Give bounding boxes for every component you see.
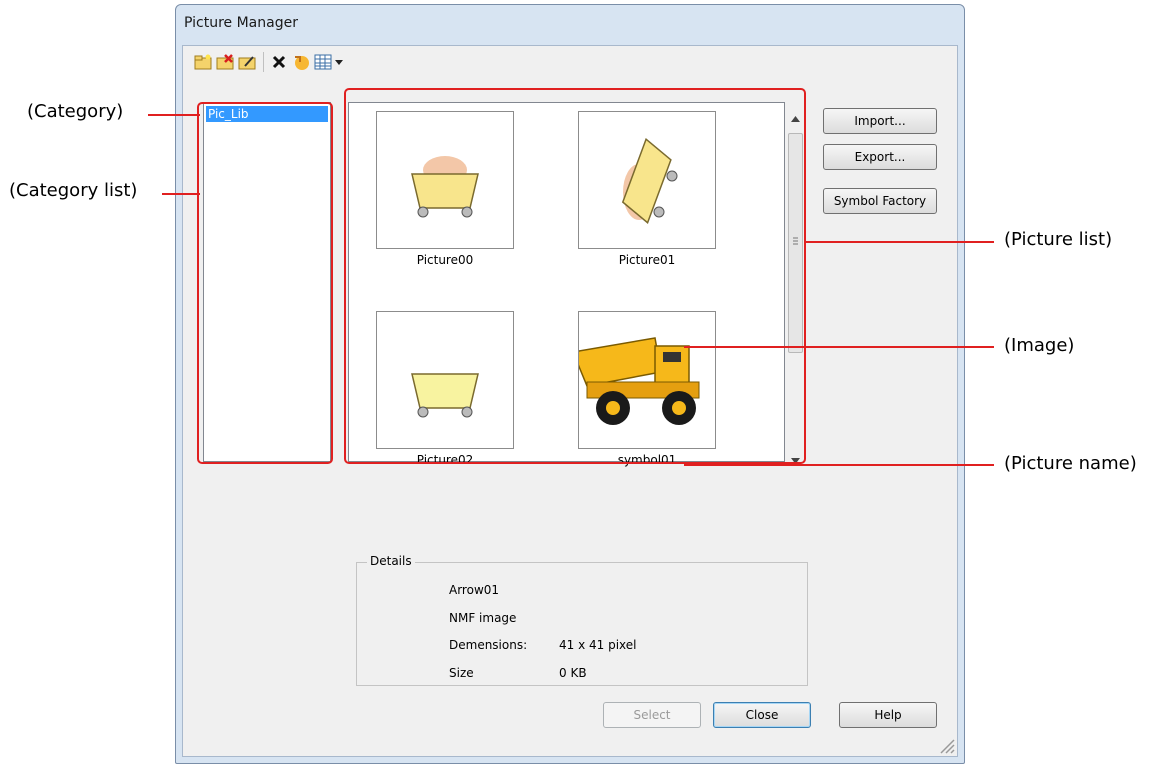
picture-list-highlight bbox=[344, 88, 806, 464]
annotation-picture-name: (Picture name) bbox=[1004, 453, 1137, 474]
title-bar[interactable]: Picture Manager bbox=[176, 5, 964, 45]
delete-category-icon[interactable] bbox=[215, 52, 235, 72]
details-label: Details bbox=[367, 554, 415, 568]
toolbar bbox=[183, 46, 383, 78]
delete-icon[interactable] bbox=[269, 52, 289, 72]
detail-name: Arrow01 bbox=[449, 583, 500, 597]
annotation-line-image bbox=[684, 346, 994, 348]
select-button[interactable]: Select bbox=[603, 702, 701, 728]
close-button[interactable]: Close bbox=[713, 702, 811, 728]
annotation-picture-list: (Picture list) bbox=[1004, 229, 1113, 250]
detail-type: NMF image bbox=[449, 611, 517, 625]
annotation-category-list: (Category list) bbox=[9, 180, 138, 201]
annotation-line-category bbox=[148, 114, 200, 116]
new-category-icon[interactable] bbox=[193, 52, 213, 72]
help-button[interactable]: Help bbox=[839, 702, 937, 728]
annotation-line-category-list bbox=[162, 193, 200, 195]
annotation-line-picture-name bbox=[684, 464, 994, 466]
detail-size-label: Size bbox=[449, 666, 474, 680]
dropdown-arrow-icon[interactable] bbox=[333, 52, 345, 72]
category-list-highlight bbox=[197, 102, 333, 464]
import-button[interactable]: Import... bbox=[823, 108, 937, 134]
refresh-icon[interactable] bbox=[291, 52, 311, 72]
detail-size-value: 0 KB bbox=[559, 666, 587, 680]
resize-grip-icon[interactable] bbox=[937, 736, 955, 758]
window-title: Picture Manager bbox=[184, 15, 298, 31]
annotation-category: (Category) bbox=[27, 101, 124, 122]
annotation-line-picture-list bbox=[806, 241, 994, 243]
detail-dimensions-value: 41 x 41 pixel bbox=[559, 638, 637, 652]
symbol-factory-button[interactable]: Symbol Factory bbox=[823, 188, 937, 214]
annotation-image: (Image) bbox=[1004, 335, 1075, 356]
export-button[interactable]: Export... bbox=[823, 144, 937, 170]
toolbar-separator bbox=[263, 52, 264, 72]
view-mode-icon[interactable] bbox=[313, 52, 333, 72]
detail-dimensions-label: Demensions: bbox=[449, 638, 528, 652]
rename-category-icon[interactable] bbox=[237, 52, 257, 72]
